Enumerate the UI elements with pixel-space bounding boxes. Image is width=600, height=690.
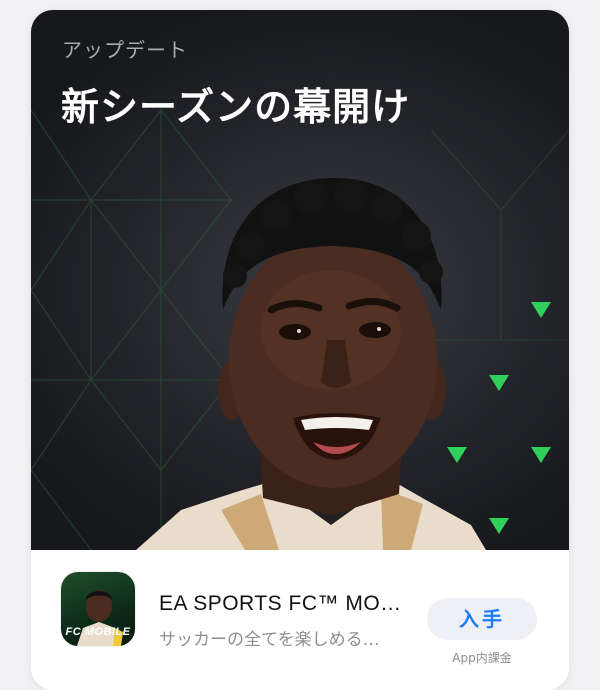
get-button[interactable]: 入手 [427,598,537,640]
today-story-card[interactable]: アップデート 新シーズンの幕開け FC MOBILE EA SPORTS FC™… [31,10,569,690]
app-lockup[interactable]: FC MOBILE EA SPORTS FC™ MO… サッカーの全てを楽しめる… [31,550,569,680]
story-headline: 新シーズンの幕開け [61,85,411,129]
app-name[interactable]: EA SPORTS FC™ MO… [159,592,409,616]
story-eyebrow: アップデート [62,38,188,62]
app-subtitle: サッカーの全てを楽しめる… [159,630,380,650]
app-icon-label: FC MOBILE [65,626,131,638]
story-hero[interactable]: アップデート 新シーズンの幕開け [31,10,569,550]
ea-sports-fc-mobile-icon[interactable]: FC MOBILE [61,572,135,646]
in-app-purchase-note: App内課金 [452,651,512,665]
